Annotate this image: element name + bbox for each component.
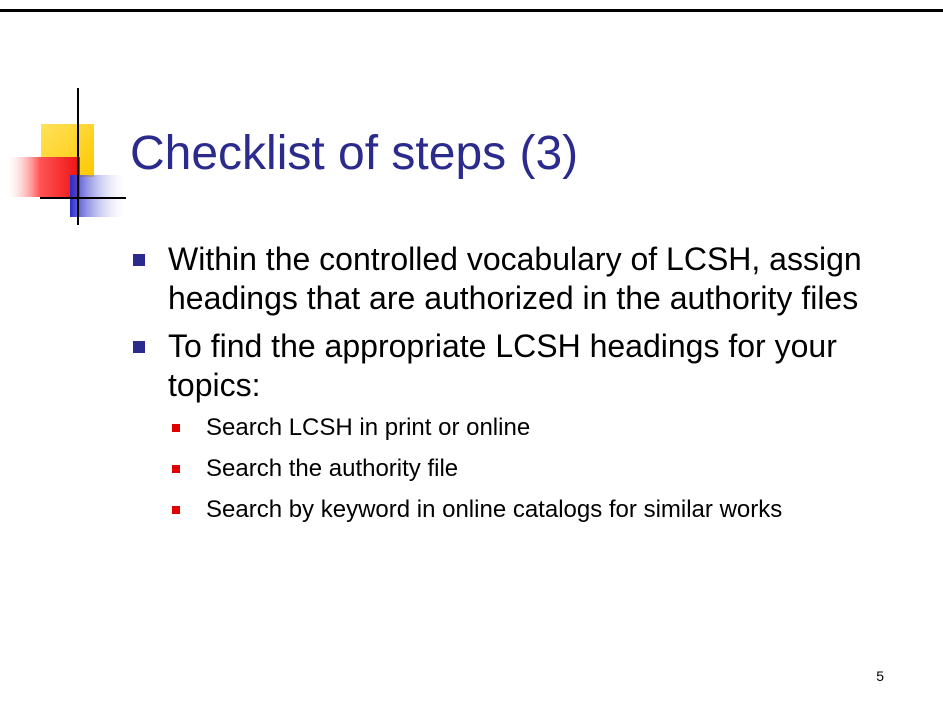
bullet-item-1: Within the controlled vocabulary of LCSH… bbox=[126, 240, 886, 318]
page-number: 5 bbox=[876, 668, 884, 684]
deco-red-bar bbox=[7, 157, 80, 197]
deco-blue-bar bbox=[70, 175, 126, 217]
sub-bullet-text: Search the authority file bbox=[206, 455, 459, 482]
slide-title: Checklist of steps (3) bbox=[130, 127, 579, 180]
sub-bullet-text: Search by keyword in online catalogs for… bbox=[206, 496, 783, 523]
bullet-text: Within the controlled vocabulary of LCSH… bbox=[168, 241, 862, 316]
bullet-item-2: To find the appropriate LCSH headings fo… bbox=[126, 327, 886, 524]
small-square-bullet-icon bbox=[172, 506, 180, 514]
small-square-bullet-icon bbox=[172, 424, 180, 432]
bullet-text: To find the appropriate LCSH headings fo… bbox=[168, 328, 837, 403]
sub-bullet-item-2: Search the authority file bbox=[168, 454, 886, 483]
sub-bullet-item-3: Search by keyword in online catalogs for… bbox=[168, 495, 886, 524]
bullet-list: Within the controlled vocabulary of LCSH… bbox=[126, 240, 886, 536]
sub-bullet-text: Search LCSH in print or online bbox=[206, 414, 531, 441]
sub-bullet-item-1: Search LCSH in print or online bbox=[168, 413, 886, 442]
square-bullet-icon bbox=[133, 254, 145, 266]
sub-bullet-list: Search LCSH in print or online Search th… bbox=[168, 413, 886, 524]
top-border-line bbox=[0, 9, 943, 12]
slide: Checklist of steps (3) Within the contro… bbox=[0, 0, 943, 721]
deco-yellow-square bbox=[41, 124, 94, 177]
square-bullet-icon bbox=[133, 341, 145, 353]
small-square-bullet-icon bbox=[172, 465, 180, 473]
